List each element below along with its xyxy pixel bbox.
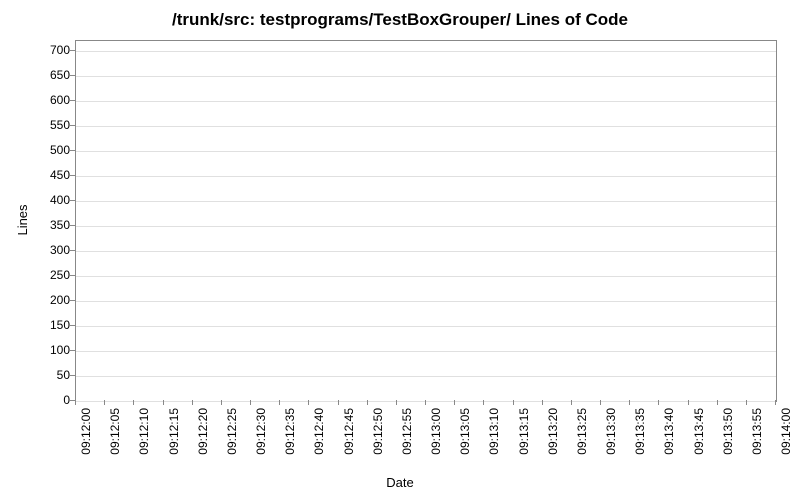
plot-area [75, 40, 777, 402]
y-tick-label: 550 [20, 118, 70, 132]
x-tick-label: 09:13:40 [662, 408, 676, 455]
x-tick-mark [483, 400, 484, 405]
x-tick-mark [367, 400, 368, 405]
x-tick-mark [513, 400, 514, 405]
y-tick-label: 250 [20, 268, 70, 282]
y-tick-mark [70, 100, 75, 101]
x-tick-mark [542, 400, 543, 405]
x-tick-label: 09:12:05 [108, 408, 122, 455]
x-tick-label: 09:12:00 [79, 408, 93, 455]
y-tick-mark [70, 50, 75, 51]
y-tick-mark [70, 300, 75, 301]
x-tick-label: 09:12:25 [225, 408, 239, 455]
x-tick-mark [163, 400, 164, 405]
y-tick-label: 100 [20, 343, 70, 357]
gridline [76, 326, 776, 327]
x-tick-mark [396, 400, 397, 405]
x-tick-mark [571, 400, 572, 405]
chart-container: /trunk/src: testprograms/TestBoxGrouper/… [0, 0, 800, 500]
x-tick-mark [221, 400, 222, 405]
y-tick-mark [70, 225, 75, 226]
y-tick-mark [70, 350, 75, 351]
gridline [76, 201, 776, 202]
gridline [76, 226, 776, 227]
y-tick-mark [70, 375, 75, 376]
gridline [76, 101, 776, 102]
y-tick-mark [70, 275, 75, 276]
x-tick-label: 09:12:35 [283, 408, 297, 455]
x-tick-mark [425, 400, 426, 405]
x-tick-label: 09:13:10 [487, 408, 501, 455]
x-tick-label: 09:12:20 [196, 408, 210, 455]
y-tick-label: 650 [20, 68, 70, 82]
x-tick-mark [308, 400, 309, 405]
x-tick-label: 09:12:15 [167, 408, 181, 455]
x-tick-mark [717, 400, 718, 405]
x-tick-label: 09:13:55 [750, 408, 764, 455]
x-tick-mark [250, 400, 251, 405]
x-tick-label: 09:12:50 [371, 408, 385, 455]
x-tick-label: 09:13:30 [604, 408, 618, 455]
y-tick-label: 600 [20, 93, 70, 107]
x-tick-label: 09:13:25 [575, 408, 589, 455]
y-tick-label: 450 [20, 168, 70, 182]
gridline [76, 51, 776, 52]
y-tick-mark [70, 200, 75, 201]
x-tick-label: 09:13:50 [721, 408, 735, 455]
x-tick-label: 09:13:15 [517, 408, 531, 455]
y-tick-label: 350 [20, 218, 70, 232]
y-tick-label: 0 [20, 393, 70, 407]
gridline [76, 176, 776, 177]
x-axis-label: Date [386, 475, 413, 490]
x-tick-label: 09:14:00 [779, 408, 793, 455]
gridline [76, 251, 776, 252]
y-tick-label: 200 [20, 293, 70, 307]
gridline [76, 76, 776, 77]
y-tick-label: 50 [20, 368, 70, 382]
x-tick-label: 09:13:00 [429, 408, 443, 455]
y-tick-label: 150 [20, 318, 70, 332]
chart-title: /trunk/src: testprograms/TestBoxGrouper/… [0, 0, 800, 30]
x-tick-mark [75, 400, 76, 405]
y-tick-mark [70, 325, 75, 326]
x-tick-mark [658, 400, 659, 405]
gridline [76, 151, 776, 152]
x-tick-label: 09:13:20 [546, 408, 560, 455]
x-tick-label: 09:13:35 [633, 408, 647, 455]
x-tick-mark [338, 400, 339, 405]
y-tick-label: 500 [20, 143, 70, 157]
x-tick-mark [192, 400, 193, 405]
x-tick-label: 09:12:10 [137, 408, 151, 455]
x-tick-mark [279, 400, 280, 405]
gridline [76, 126, 776, 127]
y-tick-mark [70, 175, 75, 176]
x-tick-mark [454, 400, 455, 405]
x-tick-mark [600, 400, 601, 405]
x-tick-label: 09:12:55 [400, 408, 414, 455]
x-tick-label: 09:13:05 [458, 408, 472, 455]
x-tick-mark [688, 400, 689, 405]
y-tick-mark [70, 125, 75, 126]
x-tick-label: 09:12:45 [342, 408, 356, 455]
gridline [76, 401, 776, 402]
y-tick-mark [70, 75, 75, 76]
y-tick-mark [70, 250, 75, 251]
gridline [76, 351, 776, 352]
y-tick-mark [70, 150, 75, 151]
x-tick-mark [133, 400, 134, 405]
x-tick-label: 09:12:30 [254, 408, 268, 455]
y-tick-label: 700 [20, 43, 70, 57]
gridline [76, 301, 776, 302]
x-tick-mark [629, 400, 630, 405]
gridline [76, 376, 776, 377]
y-tick-label: 400 [20, 193, 70, 207]
x-tick-mark [746, 400, 747, 405]
x-tick-mark [775, 400, 776, 405]
x-tick-mark [104, 400, 105, 405]
x-tick-label: 09:12:40 [312, 408, 326, 455]
gridline [76, 276, 776, 277]
x-tick-label: 09:13:45 [692, 408, 706, 455]
y-tick-label: 300 [20, 243, 70, 257]
